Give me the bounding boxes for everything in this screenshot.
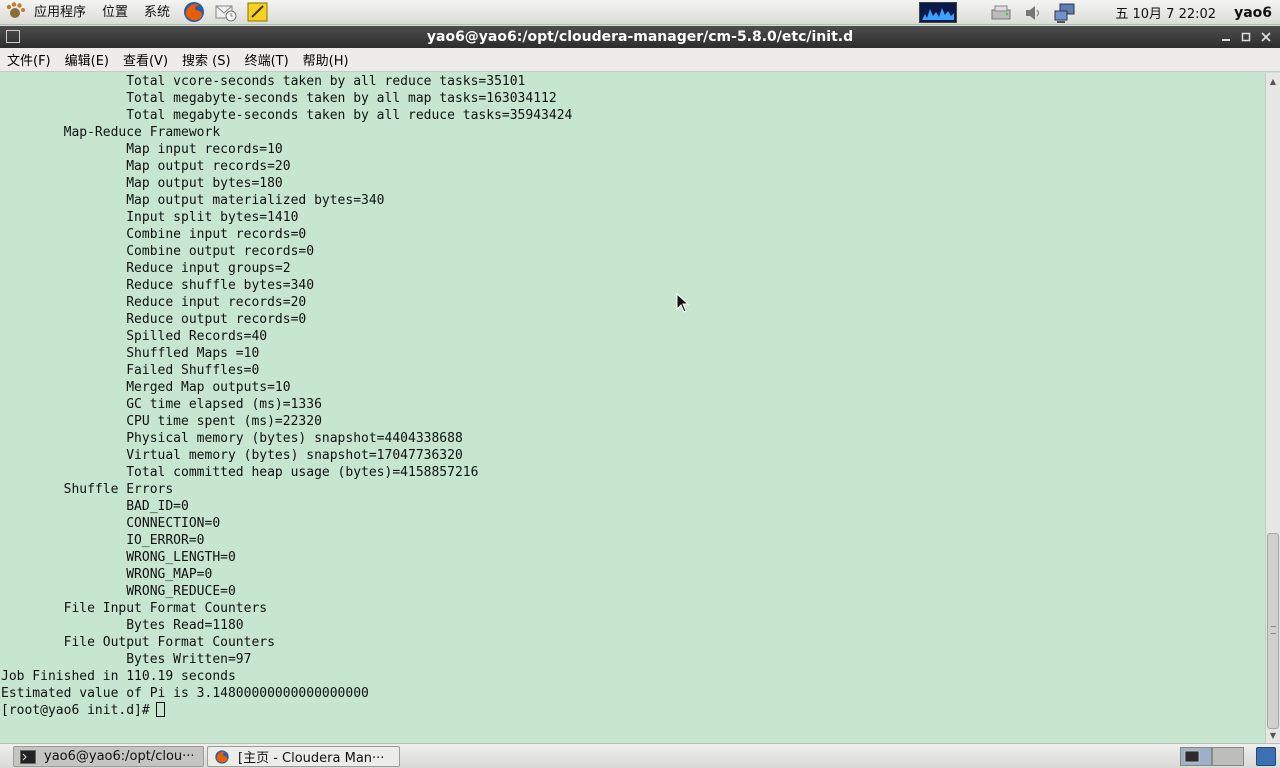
- terminal-line: IO_ERROR=0: [1, 533, 205, 548]
- firefox-icon: [214, 749, 230, 764]
- menu-applications[interactable]: 应用程序: [26, 0, 94, 25]
- terminal-line: Map output records=20: [1, 159, 291, 174]
- terminal-line: Total megabyte-seconds taken by all redu…: [1, 108, 573, 123]
- terminal-line: Bytes Read=1180: [1, 618, 244, 633]
- terminal-line: Job Finished in 110.19 seconds: [1, 669, 236, 684]
- mail-icon[interactable]: [214, 0, 238, 24]
- minimize-button[interactable]: [1216, 27, 1236, 47]
- terminal-line: File Output Format Counters: [1, 635, 275, 650]
- terminal-line: Reduce input records=20: [1, 295, 307, 310]
- terminal-line: BAD_ID=0: [1, 499, 189, 514]
- terminal-line: WRONG_REDUCE=0: [1, 584, 236, 599]
- terminal-line: Spilled Records=40: [1, 329, 268, 344]
- terminal-line: File Input Format Counters: [1, 601, 268, 616]
- terminal-line: Virtual memory (bytes) snapshot=17047736…: [1, 448, 463, 463]
- clock[interactable]: 五 10月 7 22:02: [1115, 3, 1216, 22]
- terminal-line: Input split bytes=1410: [1, 210, 299, 225]
- system-monitor-icon[interactable]: [919, 2, 958, 23]
- firefox-icon[interactable]: [182, 0, 206, 24]
- taskbar-firefox-label: [主页 - Cloudera Man···: [238, 751, 385, 766]
- terminal-icon: [20, 749, 36, 764]
- terminal-line: CONNECTION=0: [1, 516, 221, 531]
- terminal-line: Reduce input groups=2: [1, 261, 291, 276]
- scrollbar-thumb[interactable]: [1267, 533, 1279, 729]
- network-printer-icon[interactable]: [989, 2, 1013, 24]
- scroll-up-arrow-icon[interactable]: ▲: [1266, 74, 1280, 88]
- terminal-line: Reduce output records=0: [1, 312, 307, 327]
- taskbar-terminal[interactable]: yao6@yao6:/opt/clou···: [13, 746, 204, 767]
- terminal-scrollbar[interactable]: ▲ ▼: [1265, 73, 1280, 743]
- user-name[interactable]: yao6: [1234, 5, 1272, 21]
- terminal-line: Merged Map outputs=10: [1, 380, 291, 395]
- network-icon[interactable]: [1053, 2, 1077, 24]
- menu-search[interactable]: 搜索 (S): [175, 50, 238, 69]
- bottom-taskbar: yao6@yao6:/opt/clou··· [主页 - Cloudera Ma…: [0, 743, 1280, 768]
- terminal-line: Map-Reduce Framework: [1, 125, 221, 140]
- terminal-line: Shuffled Maps =10: [1, 346, 260, 361]
- menu-file[interactable]: 文件(F): [0, 50, 58, 69]
- window-title: yao6@yao6:/opt/cloudera-manager/cm-5.8.0…: [426, 29, 854, 45]
- menu-help[interactable]: 帮助(H): [296, 50, 356, 69]
- terminal-line: WRONG_MAP=0: [1, 567, 213, 582]
- terminal-line: Total committed heap usage (bytes)=41588…: [1, 465, 479, 480]
- workspace-1[interactable]: [1180, 747, 1212, 766]
- terminal-line: Physical memory (bytes) snapshot=4404338…: [1, 431, 463, 446]
- terminal-line: Combine input records=0: [1, 227, 307, 242]
- window-titlebar[interactable]: yao6@yao6:/opt/cloudera-manager/cm-5.8.0…: [0, 26, 1280, 48]
- terminal-line: Failed Shuffles=0: [1, 363, 260, 378]
- terminal-line: Map output bytes=180: [1, 176, 283, 191]
- menu-terminal[interactable]: 终端(T): [238, 50, 296, 69]
- volume-icon[interactable]: [1021, 2, 1045, 24]
- terminal-output[interactable]: Total vcore-seconds taken by all reduce …: [0, 73, 1265, 743]
- menu-edit[interactable]: 编辑(E): [58, 50, 116, 69]
- terminal-line: Map output materialized bytes=340: [1, 193, 385, 208]
- terminal-line: WRONG_LENGTH=0: [1, 550, 236, 565]
- terminal-line: Shuffle Errors: [1, 482, 174, 497]
- notes-icon[interactable]: [246, 0, 270, 24]
- text-cursor: [155, 702, 165, 717]
- menu-places[interactable]: 位置: [94, 0, 136, 25]
- menu-view[interactable]: 查看(V): [116, 50, 175, 69]
- terminal-menubar: 文件(F) 编辑(E) 查看(V) 搜索 (S) 终端(T) 帮助(H): [0, 48, 1280, 72]
- terminal-line: Total megabyte-seconds taken by all map …: [1, 91, 557, 106]
- terminal-line: Reduce shuffle bytes=340: [1, 278, 315, 293]
- workspace-2[interactable]: [1212, 747, 1244, 766]
- taskbar-firefox[interactable]: [主页 - Cloudera Man···: [207, 746, 400, 767]
- menu-system[interactable]: 系统: [136, 0, 178, 25]
- maximize-button[interactable]: [1236, 27, 1256, 47]
- close-button[interactable]: [1256, 27, 1276, 47]
- gnome-foot-icon[interactable]: [4, 1, 26, 23]
- terminal-line: CPU time spent (ms)=22320: [1, 414, 322, 429]
- terminal-line: Combine output records=0: [1, 244, 315, 259]
- top-panel: 应用程序 位置 系统 五 10月 7 22:02 yao6: [0, 0, 1280, 25]
- terminal-line: Bytes Written=97: [1, 652, 252, 667]
- terminal-line: Total vcore-seconds taken by all reduce …: [1, 74, 526, 89]
- show-desktop-icon[interactable]: [1256, 747, 1276, 766]
- shell-prompt: [root@yao6 init.d]#: [1, 703, 150, 718]
- mouse-pointer-icon: [676, 293, 690, 313]
- terminal-prompt-line[interactable]: [root@yao6 init.d]#: [1, 702, 165, 719]
- terminal-line: GC time elapsed (ms)=1336: [1, 397, 322, 412]
- terminal-line: Map input records=10: [1, 142, 283, 157]
- taskbar-terminal-label: yao6@yao6:/opt/clou···: [44, 749, 195, 764]
- terminal-line: Estimated value of Pi is 3.1480000000000…: [1, 686, 369, 701]
- scroll-down-arrow-icon[interactable]: ▼: [1266, 728, 1280, 742]
